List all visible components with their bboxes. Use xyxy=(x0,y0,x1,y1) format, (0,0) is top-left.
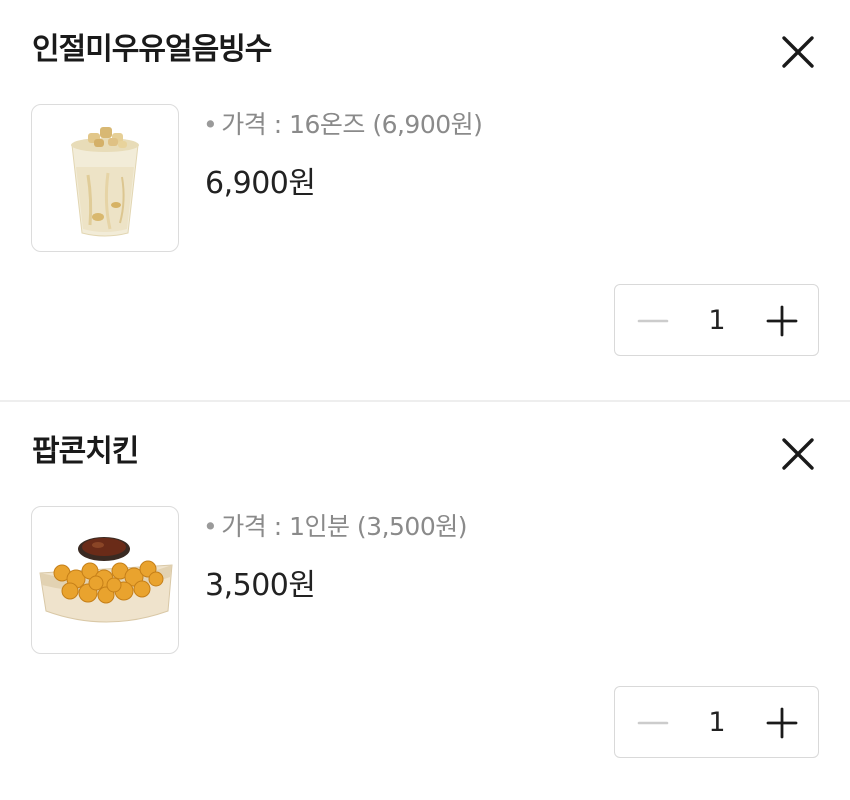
decrease-quantity-button[interactable] xyxy=(629,297,677,345)
minus-icon xyxy=(637,319,669,323)
bullet: • xyxy=(203,512,218,541)
plus-icon xyxy=(766,707,798,739)
quantity-stepper: 1 xyxy=(614,686,819,758)
close-icon xyxy=(782,438,814,470)
quantity-stepper: 1 xyxy=(614,284,819,356)
option-label: 가격 : 16온즈 (6,900원) xyxy=(221,110,483,139)
quantity-value: 1 xyxy=(708,707,726,738)
popcorn-chicken-image xyxy=(39,537,173,623)
item-option: • 가격 : 1인분 (3,500원) xyxy=(203,510,467,544)
item-option: • 가격 : 16온즈 (6,900원) xyxy=(203,108,483,142)
item-image xyxy=(31,506,179,654)
cart-item: 인절미우유얼음빙수 • 가격 : 16온즈 (6,900원) 6,900원 1 xyxy=(0,0,850,400)
item-name: 인절미우유얼음빙수 xyxy=(32,32,272,67)
item-price: 6,900원 xyxy=(205,166,316,201)
option-label: 가격 : 1인분 (3,500원) xyxy=(221,512,467,541)
bullet: • xyxy=(203,110,218,139)
cart-item: 팝콘치킨 • 가격: 1인분 (3,500원) 3,500원 1 xyxy=(0,402,850,800)
item-price: 3,500원 xyxy=(205,568,316,603)
minus-icon xyxy=(637,721,669,725)
remove-item-button[interactable] xyxy=(778,32,818,72)
plus-icon xyxy=(766,305,798,337)
item-name: 팝콘치킨 xyxy=(32,434,139,469)
close-icon xyxy=(782,36,814,68)
item-image xyxy=(31,104,179,252)
bingsu-cup-image xyxy=(71,127,139,237)
quantity-value: 1 xyxy=(708,305,726,336)
increase-quantity-button[interactable] xyxy=(758,699,806,747)
remove-item-button[interactable] xyxy=(778,434,818,474)
decrease-quantity-button[interactable] xyxy=(629,699,677,747)
increase-quantity-button[interactable] xyxy=(758,297,806,345)
